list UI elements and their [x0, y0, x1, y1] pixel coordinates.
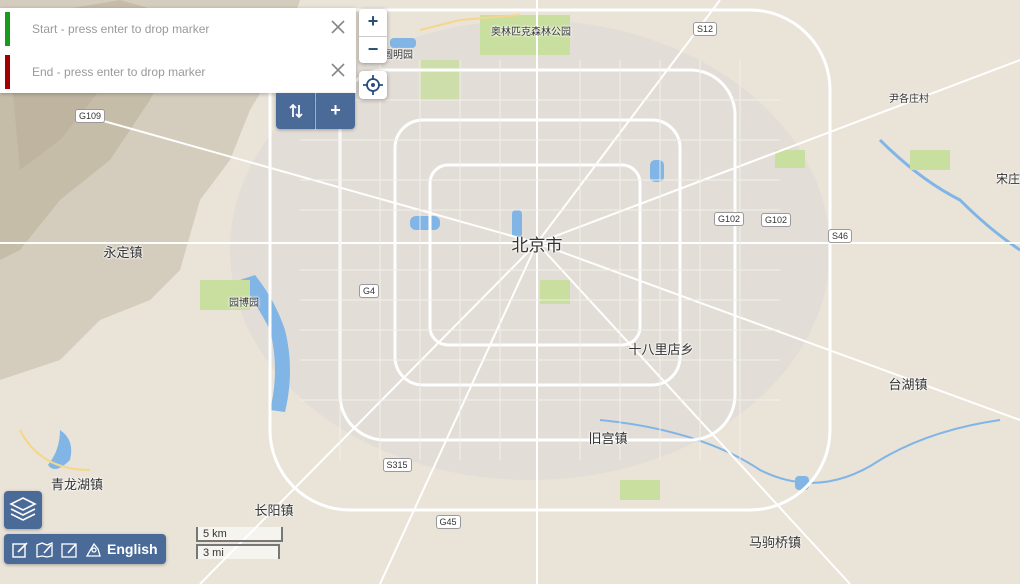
scale-bar: 5 km 3 mi	[196, 527, 283, 559]
feedback-icon[interactable]	[85, 541, 102, 558]
zoom-control: + −	[359, 9, 387, 63]
road-shield: G45	[435, 515, 461, 529]
place-label: 台湖镇	[888, 377, 928, 393]
bottom-toolbar: English	[4, 534, 166, 564]
place-label: 青龙湖镇	[51, 477, 104, 493]
place-label: 宋庄	[996, 171, 1020, 186]
road-shield: G102	[761, 213, 792, 227]
crosshair-icon	[363, 75, 383, 95]
clear-start-icon[interactable]	[330, 19, 346, 35]
zoom-in-button[interactable]: +	[359, 9, 387, 37]
start-input[interactable]	[30, 18, 324, 40]
scale-imperial: 3 mi	[196, 544, 280, 559]
scale-metric: 5 km	[196, 527, 283, 542]
routing-panel	[0, 8, 356, 93]
road-shield: G4	[359, 284, 380, 298]
place-label: 长阳镇	[254, 503, 294, 519]
add-waypoint-button[interactable]: +	[316, 93, 355, 129]
place-label: 园博园	[229, 297, 259, 309]
edit-note-icon[interactable]	[12, 541, 29, 558]
road-shield: G109	[75, 109, 106, 123]
road-shield: S46	[828, 229, 853, 243]
zoom-out-button[interactable]: −	[359, 37, 387, 64]
place-label: 奥林匹克森林公园	[491, 26, 571, 38]
start-row	[0, 8, 356, 48]
swap-button[interactable]	[276, 93, 315, 129]
map-edit-icon[interactable]	[36, 541, 53, 558]
place-label: 尹各庄村	[889, 93, 929, 105]
map-marker-edit-icon[interactable]	[61, 541, 78, 558]
road-shield: S315	[382, 458, 412, 472]
end-color-bar	[5, 55, 10, 89]
swap-vertical-icon	[288, 103, 303, 119]
place-label: 旧宫镇	[588, 431, 628, 447]
clear-end-icon[interactable]	[330, 62, 346, 78]
place-label: 圆明园	[383, 49, 413, 61]
layers-button[interactable]	[4, 491, 42, 529]
road-shield: G102	[714, 212, 745, 226]
place-label: 马驹桥镇	[749, 535, 802, 551]
locate-button[interactable]	[359, 71, 387, 99]
end-input[interactable]	[30, 61, 324, 83]
end-row	[0, 51, 356, 91]
start-color-bar	[5, 12, 10, 46]
place-label: 永定镇	[103, 245, 143, 261]
language-selector[interactable]: English	[107, 541, 158, 557]
layers-icon	[9, 497, 37, 521]
place-label: 十八里店乡	[628, 342, 694, 358]
road-shield: S12	[693, 22, 718, 36]
place-label: 北京市	[511, 235, 563, 256]
